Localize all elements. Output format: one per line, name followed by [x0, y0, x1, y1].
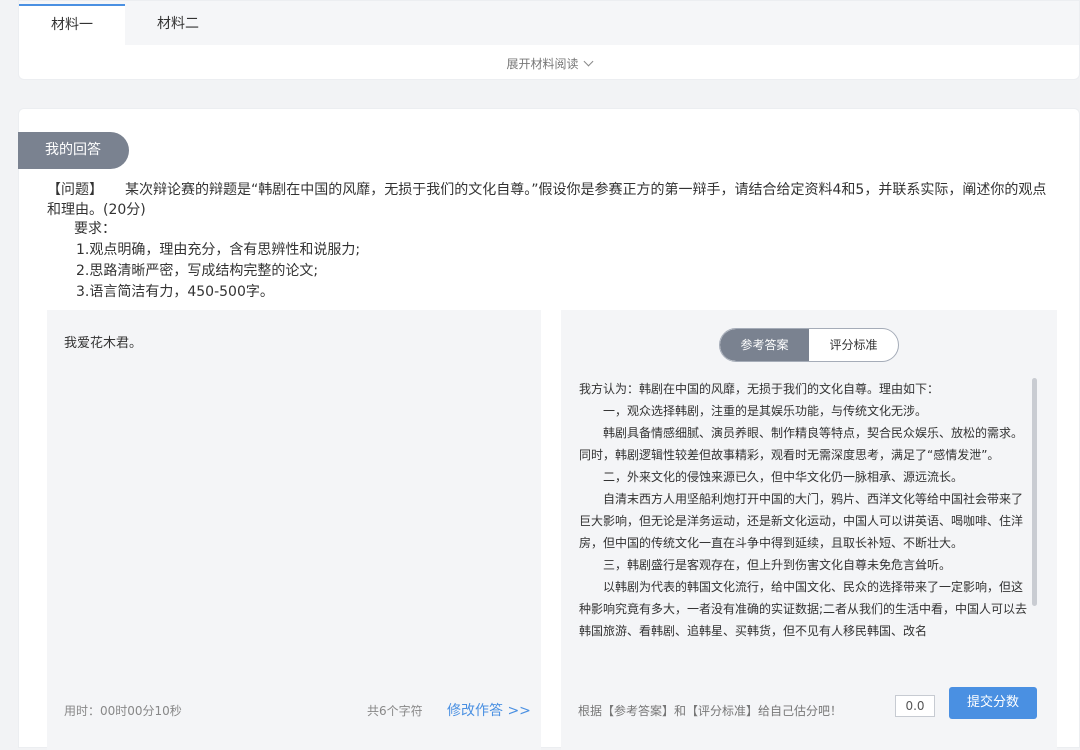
reference-paragraph: 以韩剧为代表的韩国文化流行，给中国文化、民众的选择带来了一定影响，但这种影响究竟… [579, 580, 1028, 638]
reference-panel: 参考答案 评分标准 我方认为：韩剧在中国的风靡，无损于我们的文化自尊。理由如下：… [561, 310, 1057, 750]
question-text: 【问题】 某次辩论赛的辩题是“韩剧在中国的风靡，无损于我们的文化自尊。”假设你是参… [47, 180, 1057, 220]
reference-toggle: 参考答案 评分标准 [719, 328, 899, 362]
tab-scoring-criteria[interactable]: 评分标准 [809, 329, 898, 361]
reference-paragraph: 自清末西方人用坚船利炮打开中国的大门，鸦片、西洋文化等给中国社会带来了巨大影响，… [579, 492, 1024, 550]
expand-material-label: 展开材料阅读 [506, 57, 579, 71]
answer-text: 我爱花木君。 [64, 336, 143, 351]
reference-answer-text: 我方认为：韩剧在中国的风靡，无损于我们的文化自尊。理由如下： 一，观众选择韩剧，… [579, 378, 1031, 670]
time-used: 用时：00时00分10秒 [64, 704, 182, 718]
submit-score-button[interactable]: 提交分数 [949, 687, 1037, 719]
reference-paragraph: 一，观众选择韩剧，注重的是其娱乐功能，与传统文化无涉。 [603, 404, 928, 418]
tab-material-1[interactable]: 材料一 [19, 4, 125, 45]
answer-card: 我的回答 【问题】 某次辩论赛的辩题是“韩剧在中国的风靡，无损于我们的文化自尊。”… [18, 108, 1080, 750]
question-tag: 【问题】 [47, 182, 103, 198]
char-count: 共6个字符 [367, 704, 423, 718]
material-tabbar: 材料一 材料二 [19, 1, 1079, 45]
requirements-title: 要求： [74, 221, 116, 237]
reference-paragraph: 韩剧具备情感细腻、演员养眼、制作精良等特点，契合民众娱乐、放松的需求。同时，韩剧… [579, 426, 1024, 462]
chevron-down-icon [583, 56, 593, 67]
requirement-item: 1.观点明确，理由充分，含有思辨性和说服力; [76, 242, 361, 258]
reference-paragraph: 三，韩剧盛行是客观存在，但上升到伤害文化自尊未免危言耸听。 [603, 558, 952, 572]
tab-material-2[interactable]: 材料二 [125, 4, 231, 45]
material-card: 材料一 材料二 展开材料阅读 [18, 0, 1080, 80]
requirements: 要求： 1.观点明确，理由充分，含有思辨性和说服力; 2.思路清晰严密，写成结构… [74, 219, 360, 303]
score-input[interactable]: 0.0 [895, 695, 935, 717]
requirement-item: 3.语言简洁有力，450-500字。 [76, 284, 274, 300]
expand-material-toggle[interactable]: 展开材料阅读 [19, 55, 1079, 72]
question-body: 某次辩论赛的辩题是“韩剧在中国的风靡，无损于我们的文化自尊。”假设你是参赛正方的… [47, 182, 1047, 218]
edit-answer-link[interactable]: 修改作答 >> [447, 700, 531, 720]
scroll-fade [579, 650, 1031, 672]
section-title: 我的回答 [18, 132, 129, 169]
scrollbar[interactable] [1032, 378, 1037, 606]
my-answer-panel: 我爱花木君。 用时：00时00分10秒 共6个字符 修改作答 >> [47, 310, 541, 750]
reference-paragraph: 我方认为：韩剧在中国的风靡，无损于我们的文化自尊。理由如下： [579, 382, 940, 396]
reference-paragraph: 二，外来文化的侵蚀来源已久，但中华文化仍一脉相承、源远流长。 [603, 470, 964, 484]
tab-reference-answer[interactable]: 参考答案 [720, 329, 809, 361]
self-score-hint: 根据【参考答案】和【评分标准】给自己估分吧！ [578, 704, 843, 718]
requirement-item: 2.思路清晰严密，写成结构完整的论文; [76, 263, 319, 279]
